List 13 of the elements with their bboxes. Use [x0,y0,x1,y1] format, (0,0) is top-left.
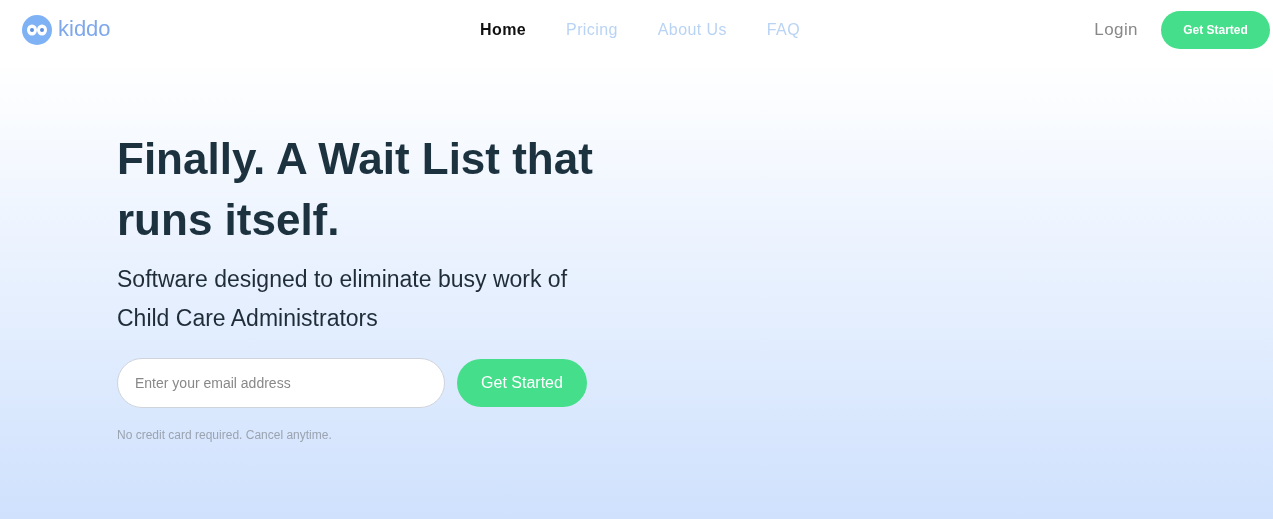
nav-link[interactable]: Home [480,18,527,42]
email-field[interactable]: Enter your email address [117,358,445,408]
nav-link[interactable]: Pricing [566,18,618,42]
get-started-button[interactable]: Get Started [1161,11,1270,49]
nav-link[interactable]: FAQ [766,18,800,42]
note-text: No credit card required. Cancel anytime. [117,427,333,444]
logo-text: kiddo [58,17,111,40]
login-link[interactable]: Login [1094,17,1138,43]
nav-link[interactable]: About Us [657,18,727,42]
get-started-button[interactable]: Get Started [457,359,587,407]
hero-heading: Finally. A Wait List that runs itself. [117,133,594,246]
owl-logo-icon [22,15,52,45]
hero-subtitle: Software designed to eliminate busy work of Child Care Administrators [117,265,569,333]
